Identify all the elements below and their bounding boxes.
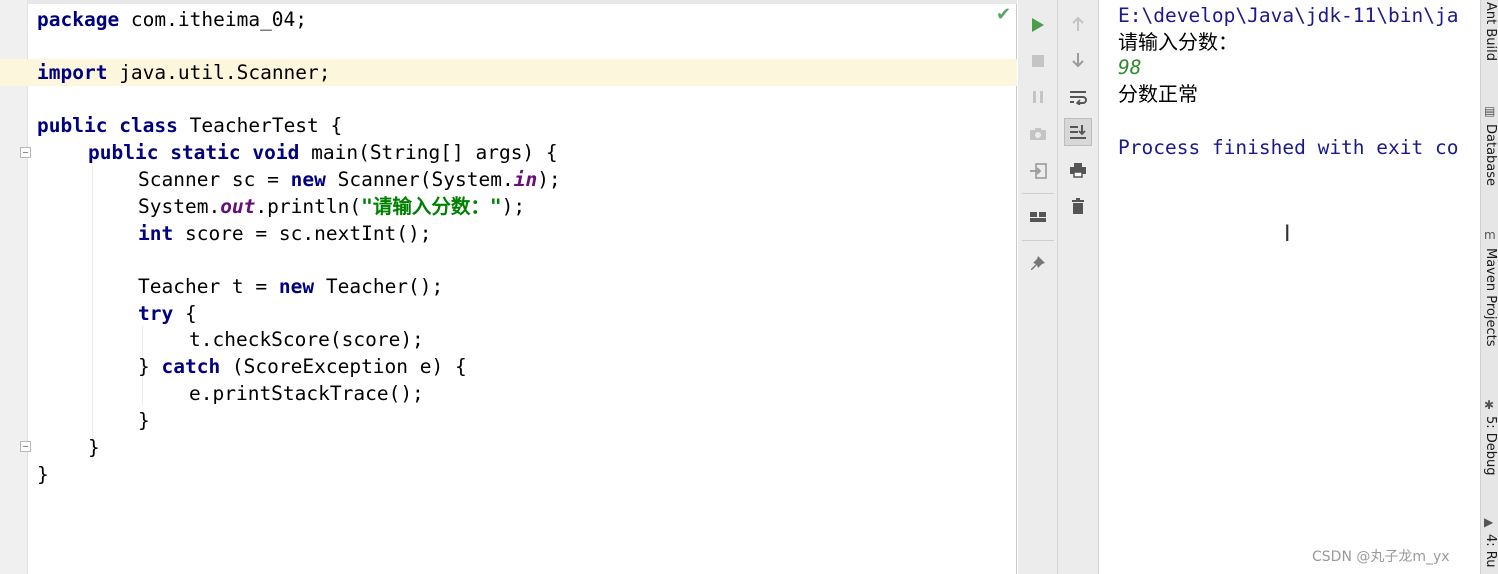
keyword: int [138, 222, 174, 245]
code-line-score[interactable]: int score = sc.nextInt(); [138, 220, 432, 247]
camera-icon[interactable] [1024, 120, 1052, 148]
code-editor[interactable]: ✔ package com.itheima_04; import java.ut… [0, 0, 1017, 574]
layout-icon[interactable] [1024, 203, 1052, 231]
code-line-main[interactable]: public static void main(String[] args) { [88, 139, 558, 166]
console-toolbar [1058, 0, 1099, 574]
keyword: import [37, 61, 108, 84]
tab-maven-projects[interactable]: Maven Projects [1482, 248, 1498, 347]
console-process-finished: Process finished with exit co [1118, 136, 1459, 159]
pin-icon[interactable] [1024, 250, 1052, 278]
pause-icon[interactable] [1024, 83, 1052, 111]
keyword: catch [161, 355, 221, 378]
code-text: Teacher t = [138, 275, 279, 298]
scroll-to-end-icon[interactable] [1064, 118, 1092, 146]
code-text: java.util.Scanner; [107, 61, 331, 84]
code-text: main(String[] args) { [299, 141, 558, 164]
bug-icon: ✱ [1484, 398, 1495, 412]
keyword: package [37, 8, 120, 31]
string-literal: "请输入分数：" [361, 195, 502, 218]
code-line-catch[interactable]: } catch (ScoreException e) { [138, 353, 467, 380]
code-text: TeacherTest { [177, 114, 343, 137]
code-text: ); [501, 195, 526, 218]
keyword: try [138, 302, 174, 325]
arrow-up-icon[interactable] [1064, 10, 1092, 38]
console-result-output: 分数正常 [1118, 82, 1198, 106]
code-text: } [138, 355, 162, 378]
run-toolbar [1018, 0, 1058, 574]
text-cursor-icon: I [1284, 222, 1291, 247]
code-text: .println( [255, 195, 362, 218]
indent-guide [92, 166, 93, 462]
print-icon[interactable] [1064, 156, 1092, 184]
play-icon[interactable] [1024, 11, 1052, 39]
code-text: Scanner(System. [325, 168, 514, 191]
code-line-close-catch[interactable]: } [138, 407, 150, 434]
keyword: public [37, 114, 108, 137]
code-text: t.checkScore(score); [189, 328, 424, 351]
code-text: e.printStackTrace(); [189, 382, 424, 405]
console-user-input: 98 [1118, 56, 1142, 79]
trash-icon[interactable] [1064, 192, 1092, 220]
database-icon: ▤ [1484, 104, 1496, 118]
soft-wrap-icon[interactable] [1064, 83, 1092, 111]
code-text: } [138, 409, 150, 432]
code-line-check[interactable]: t.checkScore(score); [189, 326, 424, 353]
watermark-text: CSDN @丸子龙m_yx [1312, 549, 1450, 565]
code-text: { [173, 302, 197, 325]
code-text: score = sc.nextInt(); [173, 222, 432, 245]
code-text: } [88, 436, 100, 459]
code-text: com.itheima_04; [119, 8, 308, 31]
fold-marker[interactable] [20, 147, 31, 158]
code-line-println[interactable]: System.out.println("请输入分数："); [138, 193, 525, 220]
code-line-try[interactable]: try { [138, 300, 197, 327]
tab-database[interactable]: Database [1482, 124, 1498, 186]
code-text: (ScoreException e) { [220, 355, 467, 378]
tab-debug[interactable]: 5: Debug [1482, 416, 1498, 476]
code-text: } [37, 463, 49, 486]
console-output[interactable]: E:\develop\Java\jdk-11\bin\ja 请输入分数： 98 … [1100, 0, 1480, 574]
console-command-line: E:\develop\Java\jdk-11\bin\ja [1118, 4, 1459, 27]
tab-ant-build[interactable]: Ant Build [1482, 2, 1498, 61]
code-line-close-main[interactable]: } [88, 434, 100, 461]
stop-icon[interactable] [1024, 47, 1052, 75]
code-text: Scanner sc = [138, 168, 291, 191]
code-text: ); [537, 168, 561, 191]
maven-icon: m [1484, 228, 1496, 242]
keyword: class [119, 114, 178, 137]
static-field: out [220, 195, 256, 218]
code-line-class[interactable]: public class TeacherTest { [37, 112, 342, 139]
fold-marker[interactable] [20, 441, 31, 452]
code-line-scanner[interactable]: Scanner sc = new Scanner(System.in); [138, 166, 561, 193]
code-text: System. [138, 195, 221, 218]
console-prompt-output: 请输入分数： [1118, 30, 1238, 54]
tab-run[interactable]: 4: Ru [1482, 534, 1498, 567]
code-line-import[interactable]: import java.util.Scanner; [37, 59, 331, 86]
code-text: Teacher(); [314, 275, 444, 298]
check-icon: ✔ [996, 4, 1012, 25]
code-line-package[interactable]: package com.itheima_04; [37, 6, 307, 33]
editor-gutter[interactable] [0, 0, 28, 574]
keyword: public [88, 141, 159, 164]
keyword: void [252, 141, 300, 164]
code-line-teacher[interactable]: Teacher t = new Teacher(); [138, 273, 443, 300]
arrow-down-icon[interactable] [1064, 46, 1092, 74]
keyword: new [278, 275, 315, 298]
code-line-trace[interactable]: e.printStackTrace(); [189, 380, 424, 407]
enter-icon[interactable] [1024, 157, 1052, 185]
toolbar-separator [1022, 193, 1054, 194]
run-icon: ▶ [1484, 515, 1494, 529]
static-field: in [513, 168, 538, 191]
keyword: static [170, 141, 241, 164]
keyword: new [290, 168, 326, 191]
code-line-close-class[interactable]: } [37, 461, 49, 488]
editor-top-strip [0, 0, 1017, 4]
toolbar-separator [1022, 240, 1054, 241]
right-tool-window-bar: Ant Build ▤ Database m Maven Projects ✱ … [1480, 0, 1498, 574]
